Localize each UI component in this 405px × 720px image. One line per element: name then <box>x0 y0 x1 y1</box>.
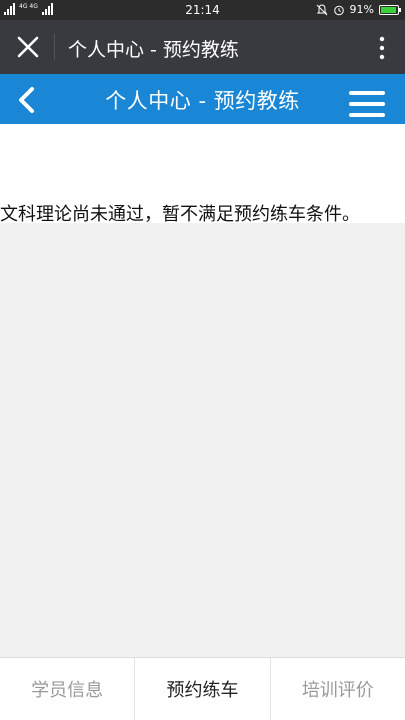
alarm-icon <box>333 5 344 15</box>
more-icon[interactable] <box>379 36 385 60</box>
divider <box>54 34 55 60</box>
close-icon[interactable] <box>14 33 42 61</box>
webview-bar: 个人中心 - 预约教练 <box>0 20 405 74</box>
status-bar: 4G 4G 21:14 91% <box>0 0 405 20</box>
hamburger-menu-icon[interactable] <box>349 89 385 119</box>
tab-student-info[interactable]: 学员信息 <box>0 658 136 720</box>
tab-book-practice[interactable]: 预约练车 <box>135 658 271 720</box>
webview-title: 个人中心 - 预约教练 <box>68 39 239 61</box>
bottom-tab-bar: 学员信息 预约练车 培训评价 <box>0 657 405 720</box>
page-title: 个人中心 - 预约教练 <box>105 89 300 113</box>
notice-text: 文科理论尚未通过，暂不满足预约练车条件。 <box>0 204 360 225</box>
status-right: 91% <box>316 3 401 16</box>
content-panel: 文科理论尚未通过，暂不满足预约练车条件。 <box>0 124 405 225</box>
tab-training-review[interactable]: 培训评价 <box>271 658 405 720</box>
battery-percent: 91% <box>349 3 374 16</box>
app-header: 个人中心 - 预约教练 <box>0 74 405 124</box>
bell-muted-icon <box>316 3 327 15</box>
battery-icon <box>379 4 401 15</box>
